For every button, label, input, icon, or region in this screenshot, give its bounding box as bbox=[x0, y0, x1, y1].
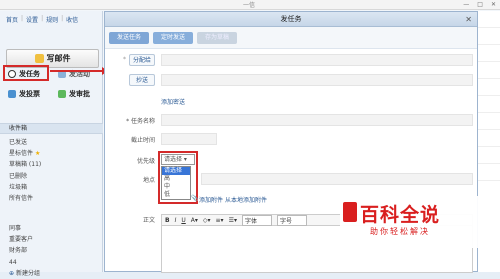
send-vote-action[interactable]: 发投票 bbox=[8, 89, 40, 99]
annotation-arrow bbox=[50, 70, 105, 72]
inbox-header[interactable]: 收件箱 bbox=[0, 123, 103, 134]
top-nav: 首页 | 设置 | 规则 | 收信 bbox=[6, 15, 79, 24]
deadline-input[interactable] bbox=[161, 133, 217, 145]
nav-settings[interactable]: 设置 bbox=[26, 15, 38, 24]
location-input[interactable] bbox=[201, 173, 473, 185]
folder-deleted[interactable]: 已删除 bbox=[9, 171, 41, 182]
cc-row: 抄送 bbox=[105, 74, 479, 86]
compose-label: 写邮件 bbox=[46, 54, 71, 63]
task-name-label: * 任务名称 bbox=[126, 118, 155, 125]
dialog-toolbar: 发送任务 定时发送 存为草稿 bbox=[105, 27, 477, 49]
paperclip-icon: 📎 bbox=[191, 195, 199, 202]
watermark-subtitle: 助你轻松解决 bbox=[370, 227, 430, 236]
send-approval-label: 发审批 bbox=[69, 90, 90, 98]
group-finance[interactable]: 财务部 bbox=[9, 245, 40, 256]
task-name-row: * 任务名称 bbox=[105, 114, 479, 126]
minimize-button[interactable]: — bbox=[463, 1, 469, 8]
group-count[interactable]: 44 bbox=[9, 257, 40, 268]
align-icon[interactable]: ≡▾ bbox=[216, 217, 224, 224]
italic-button[interactable]: I bbox=[175, 217, 177, 224]
checkmark-icon bbox=[58, 90, 66, 98]
scheduled-send-button[interactable]: 定时发送 bbox=[153, 31, 194, 44]
add-bcc-link[interactable]: 添加密送 bbox=[161, 97, 185, 106]
group-colleagues[interactable]: 同事 bbox=[9, 223, 40, 234]
send-vote-label: 发投票 bbox=[19, 90, 40, 98]
highlight-color-icon[interactable]: ◇▾ bbox=[203, 217, 211, 224]
bcc-row: 添加密送 bbox=[105, 95, 479, 107]
deadline-row: 截止时间 bbox=[105, 133, 479, 145]
folder-list: 已发送 星标信件 ★ 草稿箱 (11) 已删除 垃圾箱 所有信件 bbox=[9, 137, 41, 204]
priority-row: 优先级 请选择 ▾ 请选择 高 中 低 bbox=[105, 151, 479, 204]
folder-starred[interactable]: 星标信件 ★ bbox=[9, 148, 41, 159]
send-approval-action[interactable]: 发审批 bbox=[58, 89, 90, 99]
nav-receive[interactable]: 收信 bbox=[66, 15, 78, 24]
assignee-row: * 分配给 bbox=[105, 54, 479, 66]
watermark-logo-icon bbox=[343, 202, 357, 222]
deadline-label: 截止时间 bbox=[130, 137, 155, 144]
folder-spam[interactable]: 垃圾箱 bbox=[9, 182, 41, 193]
cc-button[interactable]: 抄送 bbox=[129, 74, 155, 86]
list-icon[interactable]: ☰▾ bbox=[229, 217, 237, 224]
location-row: 地点 bbox=[105, 173, 479, 185]
assignee-button[interactable]: 分配给 bbox=[129, 54, 155, 66]
save-draft-button[interactable]: 存为草稿 bbox=[197, 31, 238, 44]
folder-sent[interactable]: 已发送 bbox=[9, 137, 41, 148]
location-label: 地点 bbox=[142, 177, 155, 184]
folder-drafts[interactable]: 草稿箱 (11) bbox=[9, 159, 41, 170]
nav-home[interactable]: 首页 bbox=[6, 15, 18, 24]
mail-app: 一信 — □ ✕ 首页 | 设置 | 规则 | 收信 写邮件 发任务 发活动 发投票 bbox=[0, 0, 500, 277]
star-icon: ★ bbox=[34, 150, 41, 158]
title-bar: 一信 — □ ✕ bbox=[0, 0, 500, 10]
app-title: 一信 bbox=[243, 2, 256, 9]
priority-label: 优先级 bbox=[136, 158, 155, 165]
add-attachment-link[interactable]: 添加附件 bbox=[199, 195, 223, 204]
text-color-icon[interactable]: A▾ bbox=[191, 217, 198, 224]
group-list: 同事 重要客户 财务部 44 ⊕ 新建分组 bbox=[9, 223, 40, 279]
pencil-icon bbox=[34, 54, 44, 63]
watermark-title: 百科全说 bbox=[360, 204, 441, 226]
size-select[interactable]: 字号 bbox=[276, 214, 307, 226]
maximize-button[interactable]: □ bbox=[477, 1, 483, 8]
assignee-input[interactable] bbox=[161, 54, 473, 66]
body-label: 正文 bbox=[142, 217, 155, 224]
plus-icon: ⊕ bbox=[9, 269, 16, 277]
close-window-button[interactable]: ✕ bbox=[491, 1, 496, 8]
cc-input[interactable] bbox=[161, 74, 473, 86]
sidebar: 首页 | 设置 | 规则 | 收信 写邮件 发任务 发活动 发投票 发审批 收件箱 已… bbox=[0, 11, 103, 277]
underline-button[interactable]: U bbox=[181, 217, 185, 224]
dialog-title: 发任务 bbox=[280, 15, 302, 23]
nav-rules[interactable]: 规则 bbox=[46, 15, 58, 24]
dialog-title-bar: 发任务 ✕ bbox=[105, 12, 477, 27]
dialog-close-icon[interactable]: ✕ bbox=[465, 12, 472, 27]
local-attachment-link[interactable]: 从本地添加附件 bbox=[225, 195, 267, 204]
folder-all[interactable]: 所有信件 bbox=[9, 193, 41, 204]
bar-chart-icon bbox=[8, 90, 16, 98]
send-task-button[interactable]: 发送任务 bbox=[109, 31, 150, 44]
highlight-task-action bbox=[3, 65, 49, 81]
task-name-input[interactable] bbox=[161, 114, 473, 126]
group-key-clients[interactable]: 重要客户 bbox=[9, 234, 40, 245]
bold-button[interactable]: B bbox=[165, 217, 170, 224]
font-select[interactable]: 字体 bbox=[241, 214, 272, 226]
new-group-link[interactable]: ⊕ 新建分组 bbox=[9, 268, 40, 279]
